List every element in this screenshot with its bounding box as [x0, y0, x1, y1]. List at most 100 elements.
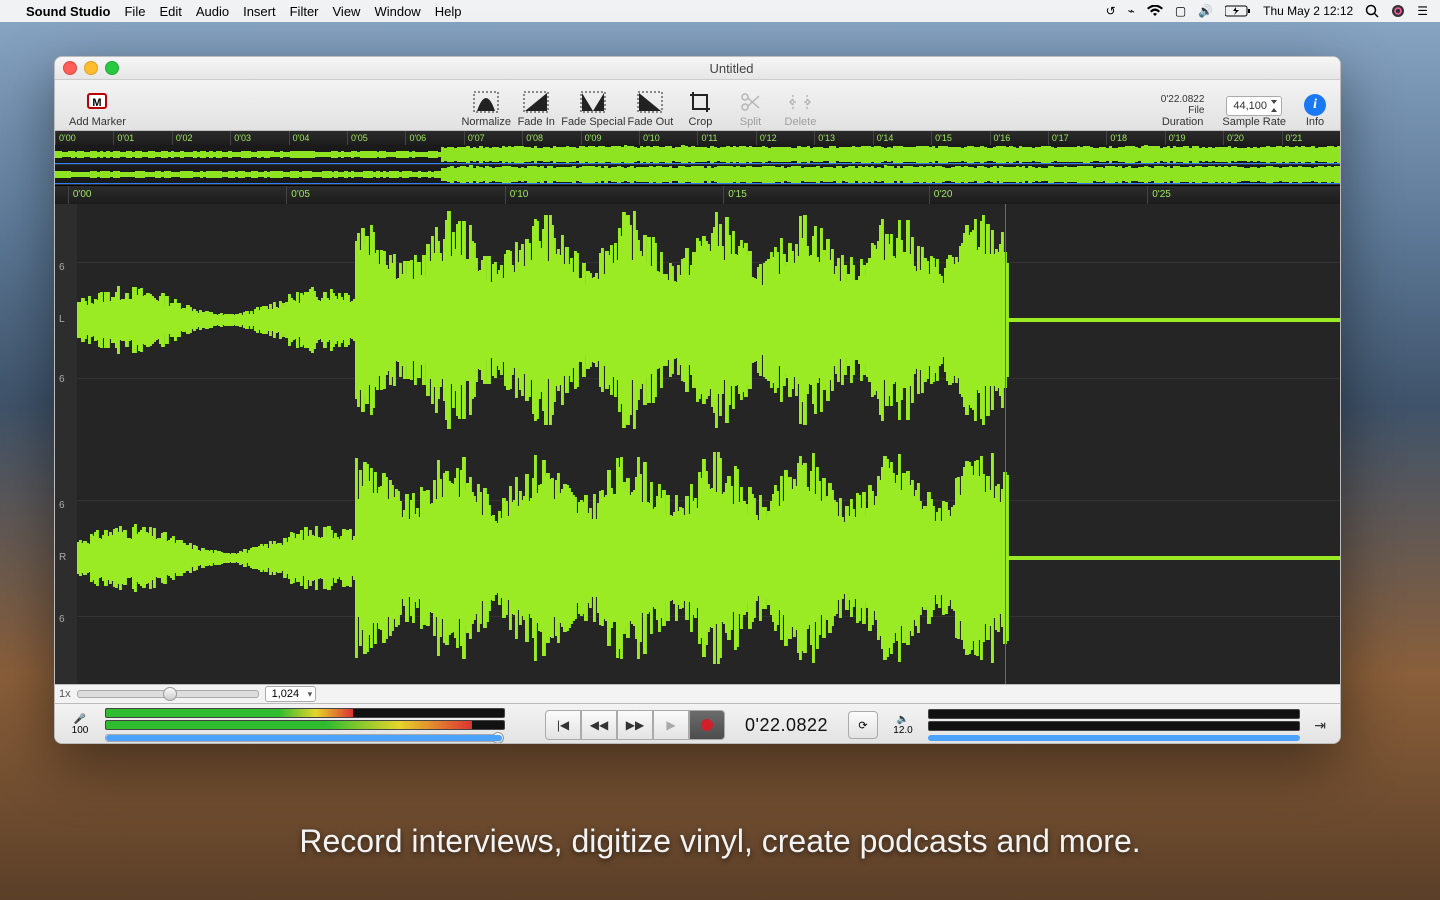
- menubar-datetime[interactable]: Thu May 2 12:12: [1263, 4, 1353, 18]
- svg-text:M: M: [93, 97, 102, 109]
- sample-rate-dropdown[interactable]: 44,100: [1226, 96, 1282, 116]
- duration-value: 0'22.0822: [1161, 94, 1205, 105]
- input-meters: [105, 708, 505, 742]
- fade-in-label: Fade In: [518, 116, 555, 128]
- menubar-app-name[interactable]: Sound Studio: [26, 4, 110, 19]
- output-level-value: 12.0: [893, 725, 912, 736]
- ruler-tick: 0'00: [68, 186, 92, 204]
- fade-in-icon: [521, 89, 551, 115]
- mac-menubar: Sound Studio File Edit Audio Insert Filt…: [0, 0, 1440, 22]
- speaker-icon: 🔈: [897, 714, 909, 725]
- menubar-help[interactable]: Help: [435, 4, 462, 19]
- fade-special-button[interactable]: Fade Special: [561, 82, 625, 128]
- overview-tick: 0'04: [289, 131, 347, 145]
- timemachine-icon[interactable]: ↺: [1106, 4, 1116, 18]
- split-label: Split: [740, 116, 761, 128]
- info-button[interactable]: i: [1304, 94, 1326, 116]
- transport-controls: |◀ ◀◀ ▶▶ ▶: [545, 710, 725, 740]
- go-to-start-button[interactable]: |◀: [545, 710, 581, 740]
- channel-right-label: R: [59, 552, 66, 563]
- input-gain-slider[interactable]: [105, 734, 503, 742]
- sample-rate-label: Sample Rate: [1222, 116, 1286, 128]
- overview-tick: 0'06: [405, 131, 463, 145]
- play-button[interactable]: ▶: [653, 710, 689, 740]
- overview-tick: 0'05: [347, 131, 405, 145]
- input-meter-right: [105, 720, 505, 730]
- delete-icon: [785, 89, 815, 115]
- forward-button[interactable]: ▶▶: [617, 710, 653, 740]
- fade-out-label: Fade Out: [628, 116, 674, 128]
- window-titlebar[interactable]: Untitled: [55, 57, 1340, 80]
- loop-icon: ⟳: [858, 719, 867, 732]
- loop-button[interactable]: ⟳: [848, 711, 878, 739]
- zoom-slider[interactable]: [77, 690, 259, 698]
- fade-out-button[interactable]: Fade Out: [625, 82, 675, 128]
- menubar-status-area: ↺ ⌁ ▢ 🔊 Thu May 2 12:12 ☰: [1106, 4, 1428, 18]
- overview-track-right: [55, 165, 1340, 185]
- overview-tick: 0'00: [55, 131, 113, 145]
- overview-tick: 0'17: [1048, 131, 1106, 145]
- ruler-tick: 0'05: [286, 186, 310, 204]
- airplay-icon[interactable]: ▢: [1175, 4, 1186, 18]
- overview-tick: 0'19: [1165, 131, 1223, 145]
- menubar-file[interactable]: File: [124, 4, 145, 19]
- wifi-icon[interactable]: [1147, 5, 1163, 17]
- input-level-area: 🎤 100: [65, 714, 95, 736]
- output-expand-icon[interactable]: ⇥: [1310, 717, 1330, 734]
- crop-button[interactable]: Crop: [675, 82, 725, 128]
- overview-ruler[interactable]: 0'000'010'020'030'040'050'060'070'080'09…: [55, 131, 1340, 145]
- menubar-window[interactable]: Window: [374, 4, 420, 19]
- normalize-button[interactable]: Normalize: [461, 82, 511, 128]
- playhead[interactable]: [1005, 204, 1006, 684]
- output-gain-slider[interactable]: [928, 735, 1300, 741]
- record-button[interactable]: [689, 710, 725, 740]
- db-mark: 6: [59, 500, 65, 511]
- add-marker-label: Add Marker: [69, 116, 126, 128]
- zoom-samples-value: 1,024: [272, 688, 300, 700]
- overview-panel[interactable]: [55, 145, 1340, 186]
- fade-in-button[interactable]: Fade In: [511, 82, 561, 128]
- output-meter-left: [928, 709, 1300, 719]
- db-mark: 6: [59, 614, 65, 625]
- waveform-tracks[interactable]: [77, 204, 1340, 684]
- window-close-button[interactable]: [63, 61, 77, 75]
- bluetooth-icon[interactable]: ⌁: [1128, 4, 1135, 18]
- duration-sub: File: [1188, 105, 1204, 116]
- menubar-insert[interactable]: Insert: [243, 4, 276, 19]
- record-icon: [701, 719, 713, 731]
- overview-tick: 0'10: [639, 131, 697, 145]
- fade-special-icon: [578, 89, 608, 115]
- sample-rate-value: 44,100: [1233, 100, 1267, 112]
- zoom-samples-dropdown[interactable]: 1,024: [265, 686, 317, 702]
- overview-tick: 0'01: [113, 131, 171, 145]
- overview-track-left: [55, 145, 1340, 165]
- siri-icon[interactable]: [1391, 4, 1405, 18]
- overview-tick: 0'03: [230, 131, 288, 145]
- promo-caption: Record interviews, digitize vinyl, creat…: [0, 823, 1440, 860]
- volume-icon[interactable]: 🔊: [1198, 4, 1213, 18]
- battery-icon[interactable]: [1225, 5, 1251, 17]
- output-level-area: 🔈 12.0: [888, 714, 918, 736]
- time-ruler[interactable]: 0'000'050'100'150'200'25: [55, 186, 1340, 204]
- search-icon[interactable]: [1365, 4, 1379, 18]
- add-marker-button[interactable]: M Add Marker: [69, 82, 126, 128]
- overview-tick: 0'11: [697, 131, 755, 145]
- menubar-audio[interactable]: Audio: [196, 4, 229, 19]
- menubar-edit[interactable]: Edit: [159, 4, 181, 19]
- window-minimize-button[interactable]: [84, 61, 98, 75]
- split-button[interactable]: Split: [725, 82, 775, 128]
- waveform-area[interactable]: 6 L 6 6 R 6: [55, 204, 1340, 684]
- menu-extras-icon[interactable]: ☰: [1417, 4, 1428, 18]
- zoom-level-label: 1x: [59, 688, 71, 700]
- overview-tick: 0'07: [464, 131, 522, 145]
- menubar-view[interactable]: View: [333, 4, 361, 19]
- window-title: Untitled: [709, 61, 753, 76]
- overview-tick: 0'08: [522, 131, 580, 145]
- delete-button[interactable]: Delete: [775, 82, 825, 128]
- overview-tick: 0'02: [172, 131, 230, 145]
- menubar-filter[interactable]: Filter: [290, 4, 319, 19]
- channel-left-label: L: [59, 314, 65, 325]
- window-zoom-button[interactable]: [105, 61, 119, 75]
- rewind-button[interactable]: ◀◀: [581, 710, 617, 740]
- delete-label: Delete: [785, 116, 817, 128]
